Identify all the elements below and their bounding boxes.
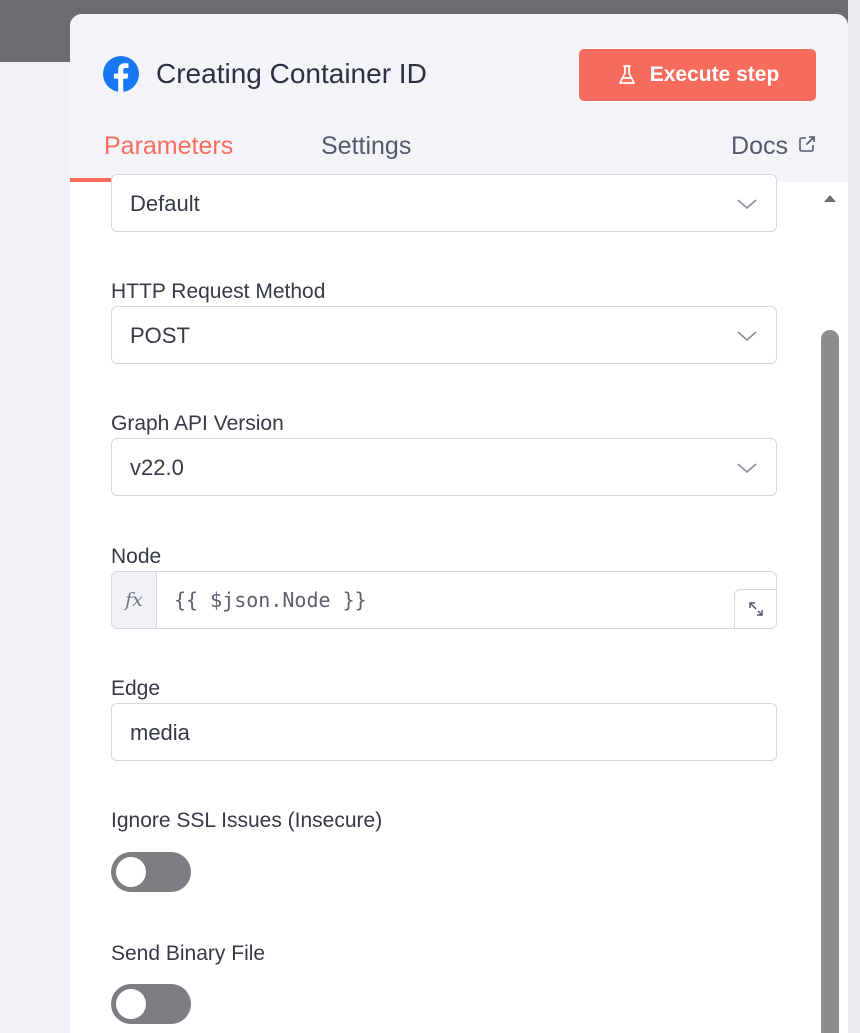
- chevron-down-icon: [737, 199, 757, 210]
- toggle-knob: [116, 857, 146, 887]
- panel-header: Creating Container ID Execute step Param…: [70, 14, 848, 182]
- default-select-value: Default: [130, 191, 200, 216]
- open-editor-icon: [748, 602, 763, 616]
- node-expression-input[interactable]: fx {{ $json.Node }}: [111, 571, 777, 629]
- edge-value: media: [130, 720, 190, 745]
- graph-api-version-label: Graph API Version: [111, 412, 284, 435]
- execute-step-label: Execute step: [649, 63, 780, 86]
- scroll-up-arrow[interactable]: [822, 192, 838, 204]
- http-method-select[interactable]: POST: [111, 306, 777, 364]
- send-binary-label: Send Binary File: [111, 942, 266, 965]
- toggle-knob: [116, 989, 146, 1019]
- execute-step-button[interactable]: Execute step: [579, 49, 816, 101]
- parameters-form: Default HTTP Request Method POST Graph A…: [70, 174, 848, 1033]
- edge-input[interactable]: media: [111, 703, 777, 761]
- node-parameters-panel: Creating Container ID Execute step Param…: [70, 14, 848, 1033]
- http-method-label: HTTP Request Method: [111, 280, 326, 303]
- edge-label: Edge: [111, 677, 161, 700]
- canvas-right-strip: [848, 0, 860, 1033]
- flask-icon: [618, 65, 635, 84]
- facebook-icon: [103, 56, 139, 92]
- tab-docs-label: Docs: [731, 132, 788, 160]
- ignore-ssl-toggle[interactable]: [111, 852, 191, 892]
- external-link-icon: [799, 136, 815, 152]
- scrollbar-thumb[interactable]: [821, 330, 839, 1033]
- open-expression-editor-button[interactable]: [734, 589, 776, 628]
- http-method-value: POST: [130, 323, 190, 348]
- ignore-ssl-label: Ignore SSL Issues (Insecure): [111, 809, 383, 832]
- tab-parameters-label: Parameters: [104, 132, 234, 160]
- chevron-down-icon: [737, 331, 757, 342]
- node-expression-value: {{ $json.Node }}: [174, 588, 367, 612]
- send-binary-toggle[interactable]: [111, 984, 191, 1024]
- default-select[interactable]: Default: [111, 174, 777, 232]
- graph-api-version-value: v22.0: [130, 455, 184, 480]
- fx-badge: fx: [112, 572, 157, 628]
- graph-api-version-select[interactable]: v22.0: [111, 438, 777, 496]
- tab-settings-label: Settings: [321, 132, 412, 160]
- chevron-down-icon: [737, 463, 757, 474]
- node-title: Creating Container ID: [156, 58, 427, 89]
- node-field-label: Node: [111, 545, 162, 568]
